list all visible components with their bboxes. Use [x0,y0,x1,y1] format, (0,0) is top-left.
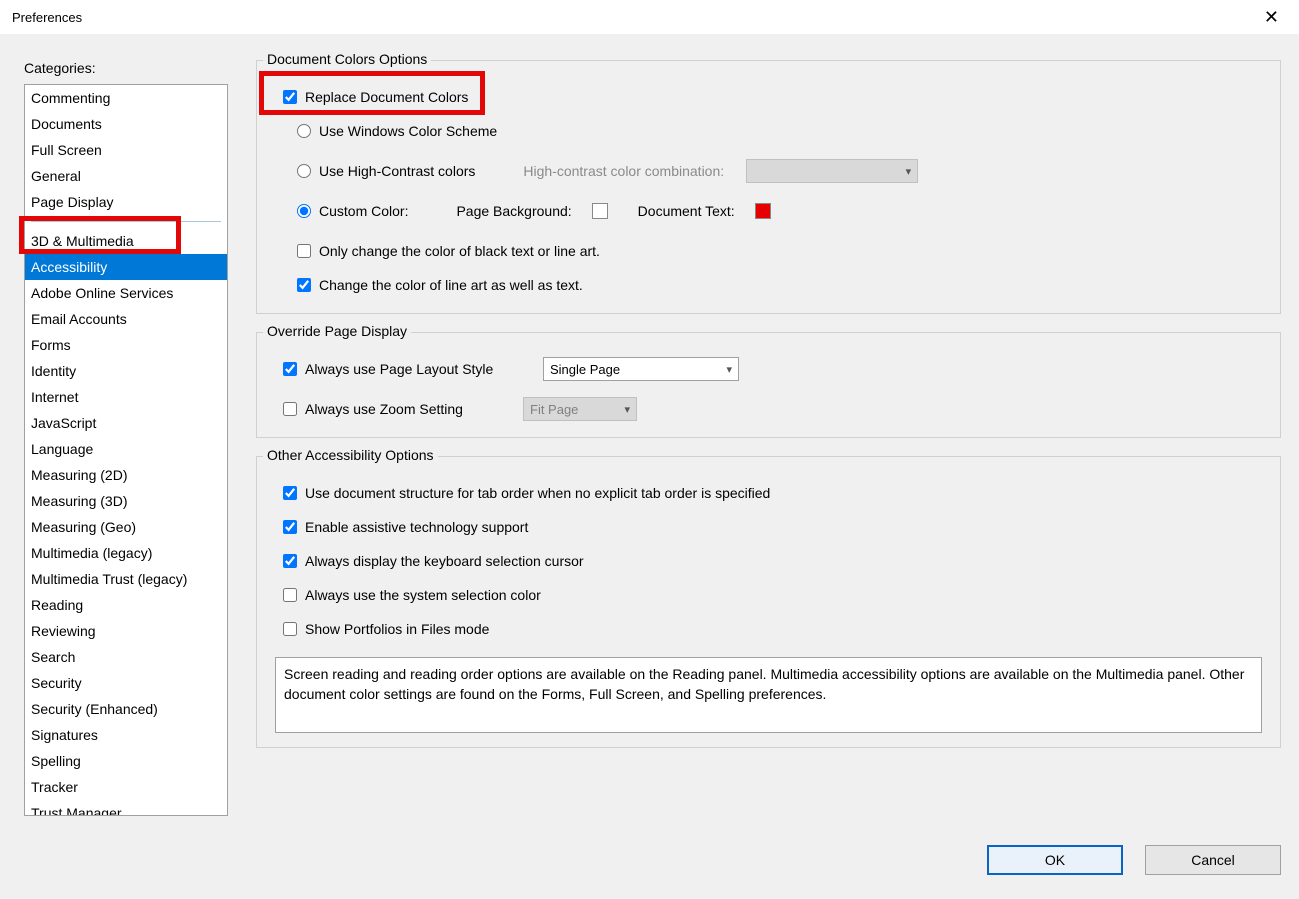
category-item-accessibility[interactable]: Accessibility [25,254,227,280]
category-item[interactable]: Measuring (3D) [25,488,227,514]
zoom-value: Fit Page [530,402,578,417]
always-page-layout-label: Always use Page Layout Style [305,361,535,377]
category-item[interactable]: Signatures [25,722,227,748]
use-windows-label: Use Windows Color Scheme [319,123,497,139]
only-black-label: Only change the color of black text or l… [319,243,600,259]
custom-color-label: Custom Color: [319,203,408,219]
chevron-down-icon: ▾ [624,403,630,416]
category-item[interactable]: 3D & Multimedia [25,228,227,254]
category-item[interactable]: Forms [25,332,227,358]
category-item[interactable]: Trust Manager [25,800,227,816]
system-selection-color-checkbox[interactable] [283,588,297,602]
page-background-swatch[interactable] [592,203,608,219]
portfolios-files-mode-label: Show Portfolios in Files mode [305,621,489,637]
preferences-window: Preferences ✕ Categories: Commenting Doc… [0,0,1299,899]
category-item[interactable]: Adobe Online Services [25,280,227,306]
category-item[interactable]: Language [25,436,227,462]
page-layout-combo[interactable]: Single Page ▾ [543,357,739,381]
always-zoom-checkbox[interactable] [283,402,297,416]
categories-heading: Categories: [24,60,228,76]
assistive-tech-checkbox[interactable] [283,520,297,534]
category-item[interactable]: Full Screen [25,137,227,163]
tab-order-checkbox[interactable] [283,486,297,500]
document-text-label: Document Text: [638,203,735,219]
category-item[interactable]: Measuring (Geo) [25,514,227,540]
page-layout-value: Single Page [550,362,620,377]
category-item[interactable]: Email Accounts [25,306,227,332]
custom-color-radio[interactable] [297,204,311,218]
close-icon[interactable]: ✕ [1256,4,1287,30]
chevron-down-icon: ▾ [906,165,912,178]
group-title: Other Accessibility Options [263,447,438,463]
category-item[interactable]: JavaScript [25,410,227,436]
category-item[interactable]: Measuring (2D) [25,462,227,488]
line-art-label: Change the color of line art as well as … [319,277,583,293]
use-highcontrast-radio[interactable] [297,164,311,178]
line-art-checkbox[interactable] [297,278,311,292]
high-contrast-combo-label: High-contrast color combination: [523,163,724,179]
categories-list[interactable]: Commenting Documents Full Screen General… [24,84,228,816]
category-item[interactable]: Commenting [25,85,227,111]
titlebar: Preferences ✕ [0,0,1299,34]
keyboard-cursor-checkbox[interactable] [283,554,297,568]
portfolios-files-mode-checkbox[interactable] [283,622,297,636]
main-panel: Document Colors Options Replace Document… [256,60,1281,897]
dialog-footer: OK Cancel [987,845,1281,875]
zoom-combo: Fit Page ▾ [523,397,637,421]
category-item[interactable]: Identity [25,358,227,384]
document-colors-group: Document Colors Options Replace Document… [256,60,1281,314]
override-page-display-group: Override Page Display Always use Page La… [256,332,1281,438]
category-item[interactable]: Multimedia (legacy) [25,540,227,566]
category-item[interactable]: Security [25,670,227,696]
tab-order-label: Use document structure for tab order whe… [305,485,770,501]
system-selection-color-label: Always use the system selection color [305,587,541,603]
category-item[interactable]: Reading [25,592,227,618]
other-accessibility-group: Other Accessibility Options Use document… [256,456,1281,748]
only-black-checkbox[interactable] [297,244,311,258]
keyboard-cursor-label: Always display the keyboard selection cu… [305,553,584,569]
category-item[interactable]: Internet [25,384,227,410]
category-separator [31,221,221,222]
group-title: Document Colors Options [263,51,431,67]
document-text-swatch[interactable] [755,203,771,219]
use-windows-radio[interactable] [297,124,311,138]
cancel-button[interactable]: Cancel [1145,845,1281,875]
category-item[interactable]: Spelling [25,748,227,774]
category-item[interactable]: Reviewing [25,618,227,644]
group-title: Override Page Display [263,323,411,339]
high-contrast-combo: ▾ [746,159,918,183]
always-zoom-label: Always use Zoom Setting [305,401,515,417]
page-background-label: Page Background: [456,203,571,219]
window-title: Preferences [12,10,82,25]
body: Categories: Commenting Documents Full Sc… [0,34,1299,899]
always-page-layout-checkbox[interactable] [283,362,297,376]
assistive-tech-label: Enable assistive technology support [305,519,528,535]
category-item[interactable]: Multimedia Trust (legacy) [25,566,227,592]
ok-button[interactable]: OK [987,845,1123,875]
replace-doc-colors-checkbox[interactable] [283,90,297,104]
category-item[interactable]: General [25,163,227,189]
info-text: Screen reading and reading order options… [275,657,1262,733]
category-item[interactable]: Search [25,644,227,670]
category-item[interactable]: Page Display [25,189,227,215]
category-item[interactable]: Security (Enhanced) [25,696,227,722]
category-item[interactable]: Tracker [25,774,227,800]
sidebar: Categories: Commenting Documents Full Sc… [24,60,228,897]
category-item[interactable]: Documents [25,111,227,137]
chevron-down-icon: ▾ [726,363,732,376]
use-highcontrast-label: Use High-Contrast colors [319,163,475,179]
replace-doc-colors-label: Replace Document Colors [305,89,468,105]
